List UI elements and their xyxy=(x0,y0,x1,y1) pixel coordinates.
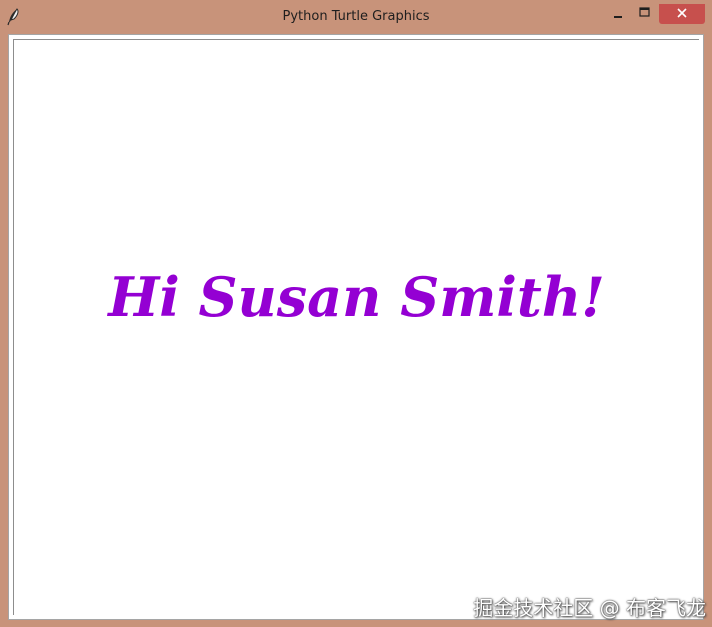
watermark: 掘金技术社区 @ 布客飞龙 xyxy=(473,596,706,620)
close-button[interactable] xyxy=(659,4,705,24)
turtle-window: Python Turtle Graphics Hi Susan Smith! 掘… xyxy=(0,0,712,627)
title-bar[interactable]: Python Turtle Graphics xyxy=(0,0,712,34)
greeting-text: Hi Susan Smith! xyxy=(108,265,605,329)
minimize-button[interactable] xyxy=(605,4,631,24)
turtle-canvas[interactable]: Hi Susan Smith! xyxy=(13,39,699,615)
maximize-button[interactable] xyxy=(631,4,657,24)
canvas-frame: Hi Susan Smith! xyxy=(8,34,704,620)
